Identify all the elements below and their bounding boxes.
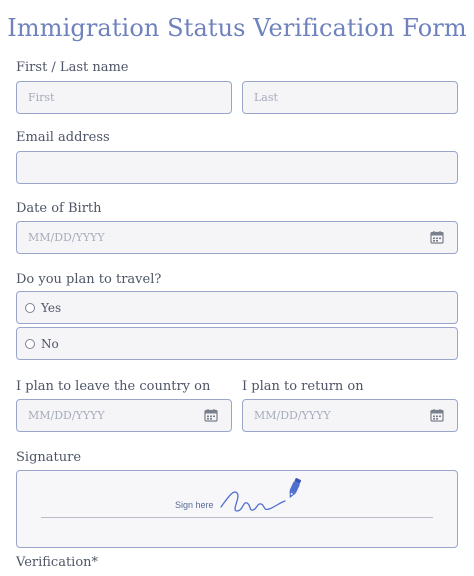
travel-option-label: Yes <box>41 300 62 315</box>
first-name-placeholder: First <box>28 91 55 104</box>
pen-icon <box>289 478 302 499</box>
leave-date-field[interactable]: MM/DD/YYYY <box>16 399 232 432</box>
sign-here-text: Sign here <box>175 500 214 510</box>
last-name-field[interactable]: Last <box>242 81 458 114</box>
verification-label: Verification* <box>16 555 99 570</box>
travel-label: Do you plan to travel? <box>16 272 162 287</box>
leave-date-placeholder: MM/DD/YYYY <box>28 409 105 422</box>
last-name-placeholder: Last <box>254 91 278 104</box>
dob-placeholder: MM/DD/YYYY <box>28 231 105 244</box>
dob-field[interactable]: MM/DD/YYYY <box>16 221 458 254</box>
travel-option-yes[interactable]: Yes <box>16 291 458 324</box>
signature-pad[interactable]: Sign here <box>16 470 458 548</box>
first-name-field[interactable]: First <box>16 81 232 114</box>
calendar-icon[interactable] <box>430 408 444 422</box>
form-title: Immigration Status Verification Form <box>7 14 467 42</box>
leave-label: I plan to leave the country on <box>16 379 211 394</box>
travel-option-label: No <box>41 336 59 351</box>
email-label: Email address <box>16 130 110 145</box>
calendar-icon[interactable] <box>204 408 218 422</box>
return-date-field[interactable]: MM/DD/YYYY <box>242 399 458 432</box>
calendar-icon[interactable] <box>430 230 444 244</box>
email-field[interactable] <box>16 151 458 184</box>
return-label: I plan to return on <box>242 379 364 394</box>
name-label: First / Last name <box>16 60 129 75</box>
travel-option-no[interactable]: No <box>16 327 458 360</box>
radio-circle-icon[interactable] <box>25 302 35 313</box>
radio-circle-icon[interactable] <box>25 338 35 349</box>
return-date-placeholder: MM/DD/YYYY <box>254 409 331 422</box>
dob-label: Date of Birth <box>16 201 102 216</box>
signature-label: Signature <box>16 450 82 465</box>
